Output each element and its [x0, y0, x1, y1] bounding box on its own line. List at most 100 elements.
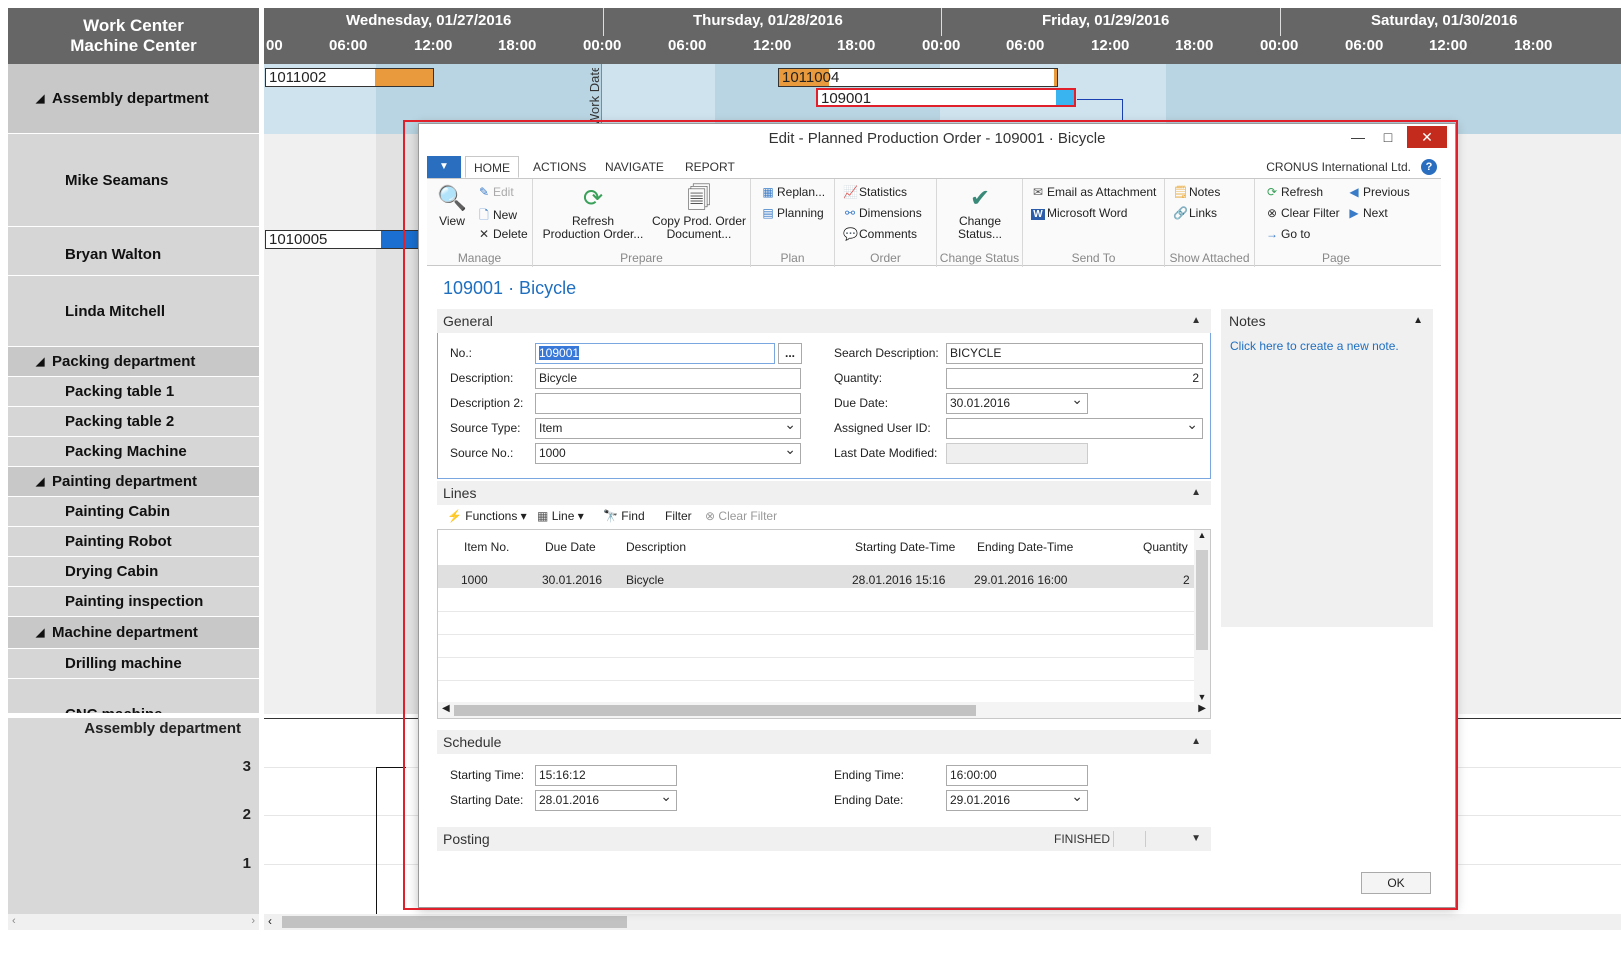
order-bar-1011002[interactable]: 1011002 — [265, 68, 434, 87]
line-menu[interactable]: ▦ Line ▾ — [537, 509, 584, 523]
clear-filter-lines-button[interactable]: ⊗ Clear Filter — [705, 509, 777, 523]
day-label: Friday, 01/29/2016 — [1042, 12, 1170, 29]
notes-panel: Notes ▲ Click here to create a new note. — [1221, 309, 1433, 627]
microsoft-word-button[interactable]: W Microsoft Word — [1031, 206, 1127, 220]
no-field[interactable]: 109001 — [535, 343, 775, 364]
help-icon[interactable]: ? — [1421, 159, 1437, 175]
dimensions-button[interactable]: ⚯ Dimensions — [843, 206, 922, 220]
tree-resource-mike-seamans[interactable]: Mike Seamans — [8, 134, 259, 227]
chevron-up-icon[interactable]: ▲ — [1191, 481, 1201, 505]
functions-menu[interactable]: ⚡ Functions ▾ — [447, 509, 527, 523]
create-note-link[interactable]: Click here to create a new note. — [1230, 339, 1399, 353]
tree-dept-assembly[interactable]: ◢ Assembly department — [8, 64, 259, 134]
previous-button[interactable]: ◀ Previous — [1347, 185, 1409, 199]
description2-field[interactable] — [535, 393, 801, 414]
tab-navigate[interactable]: NAVIGATE — [597, 156, 672, 178]
notes-button[interactable]: 🗒Notes — [1173, 185, 1220, 199]
tree-resource-painting-cabin[interactable]: Painting Cabin — [8, 497, 259, 527]
posting-fasttab-header[interactable]: Posting FINISHED ▼ — [437, 827, 1211, 851]
collapse-triangle-icon[interactable]: ◢ — [36, 92, 44, 105]
search-description-field[interactable]: BICYCLE — [946, 343, 1203, 364]
comments-button[interactable]: 💬Comments — [843, 227, 917, 241]
planning-button[interactable]: ▤ Planning — [761, 206, 823, 220]
column-header[interactable]: Description — [626, 540, 686, 554]
refresh-button[interactable]: ⟳ Refresh — [1265, 185, 1323, 199]
change-status-button[interactable]: ✔ Change Status... — [941, 185, 1019, 241]
scroll-thumb[interactable] — [282, 916, 627, 928]
app-menu-dropdown-icon[interactable]: ▼ — [427, 156, 461, 178]
next-button[interactable]: ▶ Next — [1347, 206, 1387, 220]
column-header[interactable]: Item No. — [464, 540, 509, 554]
description-field[interactable]: Bicycle — [535, 368, 801, 389]
maximize-button[interactable]: □ — [1373, 126, 1403, 148]
view-button[interactable]: 🔍 View — [433, 185, 471, 228]
tab-home[interactable]: HOME — [465, 156, 519, 178]
no-lookup-button[interactable]: ... — [778, 343, 802, 364]
new-button[interactable]: 🗋 New — [477, 206, 517, 227]
column-header[interactable]: Due Date — [545, 540, 596, 554]
find-button[interactable]: 🔭 Find — [603, 509, 645, 523]
replan-button[interactable]: ▦ Replan... — [761, 185, 825, 199]
source-no-select[interactable]: 1000 — [535, 443, 801, 464]
delete-button[interactable]: ✕ Delete — [477, 227, 528, 241]
tree-resource-drilling-machine[interactable]: Drilling machine — [8, 649, 259, 679]
close-button[interactable]: ✕ — [1407, 126, 1447, 148]
tab-actions[interactable]: ACTIONS — [525, 156, 594, 178]
ok-button[interactable]: OK — [1361, 872, 1431, 894]
column-header[interactable]: Starting Date-Time — [855, 540, 955, 554]
email-as-attachment-button[interactable]: ✉ Email as Attachment — [1031, 185, 1156, 199]
ending-time-field[interactable]: 16:00:00 — [946, 765, 1088, 786]
starting-date-field[interactable]: 28.01.2016 — [535, 790, 677, 811]
lines-hscroll[interactable]: ◀ ▶ — [438, 702, 1210, 718]
tree-resource-packing-machine[interactable]: Packing Machine — [8, 437, 259, 467]
refresh-production-order-button[interactable]: ⟳ Refresh Production Order... — [541, 185, 645, 241]
due-date-field[interactable]: 30.01.2016 — [946, 393, 1088, 414]
minimize-button[interactable]: — — [1343, 126, 1373, 148]
tree-resource-drying-cabin[interactable]: Drying Cabin — [8, 557, 259, 587]
tab-report[interactable]: REPORT — [677, 156, 743, 178]
tree-resource-cnc-machine[interactable]: CNC machine — [8, 679, 259, 714]
chevron-up-icon[interactable]: ▲ — [1191, 309, 1201, 333]
schedule-fasttab-header[interactable]: Schedule ▲ — [437, 730, 1211, 754]
column-header[interactable]: Ending Date-Time — [977, 540, 1073, 554]
order-bar-1010005[interactable]: 1010005 — [265, 230, 425, 249]
column-header[interactable]: Quantity — [1143, 540, 1188, 554]
links-button[interactable]: 🔗Links — [1173, 206, 1217, 220]
chevron-up-icon[interactable]: ▲ — [1191, 730, 1201, 754]
statistics-button[interactable]: 📈Statistics — [843, 185, 907, 199]
quantity-field[interactable]: 2 — [946, 368, 1203, 389]
collapse-triangle-icon[interactable]: ◢ — [36, 475, 44, 488]
copy-prod-order-document-button[interactable]: 🗐 Copy Prod. Order Document... — [647, 185, 751, 241]
cell-end: 29.01.2016 16:00 — [974, 573, 1068, 587]
collapse-triangle-icon[interactable]: ◢ — [36, 626, 44, 639]
lines-fasttab-header[interactable]: Lines ▲ — [437, 481, 1211, 505]
tree-resource-painting-inspection[interactable]: Painting inspection — [8, 587, 259, 617]
tree-hscroll[interactable]: ‹ › — [8, 914, 259, 930]
tree-resource-linda-mitchell[interactable]: Linda Mitchell — [8, 276, 259, 347]
tree-dept-packing[interactable]: ◢ Packing department — [8, 347, 259, 377]
chevron-down-icon[interactable]: ▼ — [1191, 827, 1201, 851]
ending-date-field[interactable]: 29.01.2016 — [946, 790, 1088, 811]
timeline-hscroll[interactable]: ‹ — [264, 914, 1621, 930]
edit-button[interactable]: ✎ Edit — [477, 185, 514, 199]
tree-dept-painting[interactable]: ◢ Painting department — [8, 467, 259, 497]
tree-dept-machine[interactable]: ◢ Machine department — [8, 617, 259, 649]
lines-vscroll[interactable]: ▲ ▼ — [1194, 530, 1210, 702]
scroll-thumb[interactable] — [1196, 550, 1208, 650]
starting-time-field[interactable]: 15:16:12 — [535, 765, 677, 786]
chevron-up-icon[interactable]: ▲ — [1413, 309, 1423, 333]
tree-resource-bryan-walton[interactable]: Bryan Walton — [8, 227, 259, 276]
general-fasttab-header[interactable]: General ▲ — [437, 309, 1211, 333]
assigned-user-select[interactable] — [946, 418, 1203, 439]
tree-resource-painting-robot[interactable]: Painting Robot — [8, 527, 259, 557]
order-bar-109001[interactable]: 109001 — [816, 88, 1076, 107]
tree-resource-packing-table-1[interactable]: Packing table 1 — [8, 377, 259, 407]
tree-resource-packing-table-2[interactable]: Packing table 2 — [8, 407, 259, 437]
collapse-triangle-icon[interactable]: ◢ — [36, 355, 44, 368]
clear-filter-button[interactable]: ⊗ Clear Filter — [1265, 206, 1340, 220]
filter-button[interactable]: Filter — [665, 509, 692, 523]
go-to-button[interactable]: → Go to — [1265, 227, 1310, 241]
order-bar-1011004[interactable]: 1011004 — [778, 68, 1058, 87]
source-type-select[interactable]: Item — [535, 418, 801, 439]
scroll-thumb[interactable] — [454, 705, 976, 716]
